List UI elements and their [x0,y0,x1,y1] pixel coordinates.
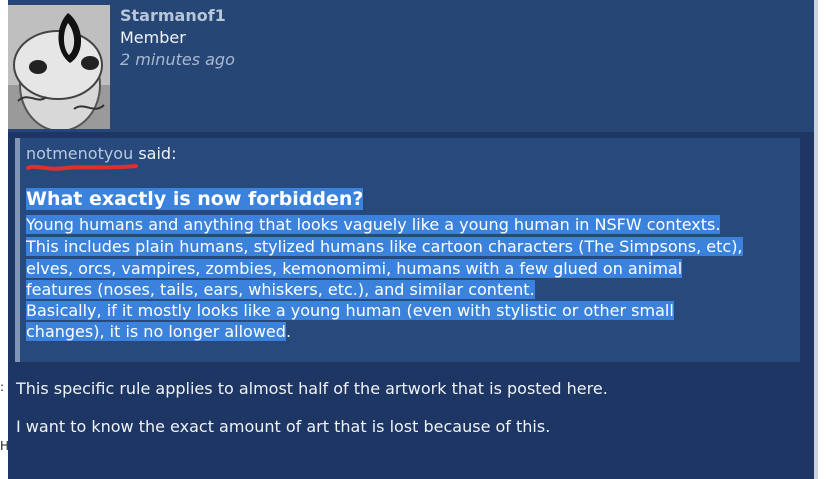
quote-heading: What exactly is now forbidden? [26,187,364,211]
quote-line-text: features (noses, tails, ears, whiskers, … [26,280,535,299]
post-user-role: Member [120,28,186,47]
edge-char: H [0,439,10,453]
quote-line: This includes plain humans, stylized hum… [26,237,743,257]
quote-line-text: This includes plain humans, stylized hum… [26,237,743,256]
quote-said-label: said: [133,144,177,163]
quote-line: Basically, if it mostly looks like a you… [26,301,674,321]
avatar[interactable] [8,5,110,129]
quote-line: features (noses, tails, ears, whiskers, … [26,280,535,300]
quote-line: Young humans and anything that looks vag… [26,215,721,235]
avatar-image [8,5,110,129]
red-underline-annotation [26,164,138,171]
scroll-edge [814,0,818,479]
quote-line-text: Basically, if it mostly looks like a you… [26,301,674,320]
quote-author-link[interactable]: notmenotyou [26,144,133,163]
post-timestamp[interactable]: 2 minutes ago [120,50,235,69]
edge-char: : [0,380,5,394]
post-paragraph: I want to know the exact amount of art t… [16,417,551,436]
quote-line: changes), it is no longer allowed. [26,322,291,342]
quote-heading-text: What exactly is now forbidden? [26,188,364,210]
post-username[interactable]: Starmanof1 [120,6,226,25]
post-paragraph: This specific rule applies to almost hal… [16,379,608,398]
quote-line-text: changes), it is no longer allowed [26,322,286,341]
quote-trailing-period: . [285,322,292,341]
right-scroll-area[interactable] [814,0,833,479]
quote-line-text: Young humans and anything that looks vag… [26,215,721,234]
quote-line-text: elves, orcs, vampires, zombies, kemonomi… [26,259,683,278]
quote-attribution: notmenotyou said: [26,144,176,163]
quote-line: elves, orcs, vampires, zombies, kemonomi… [26,259,683,279]
left-edge-strip: : H [0,0,10,479]
